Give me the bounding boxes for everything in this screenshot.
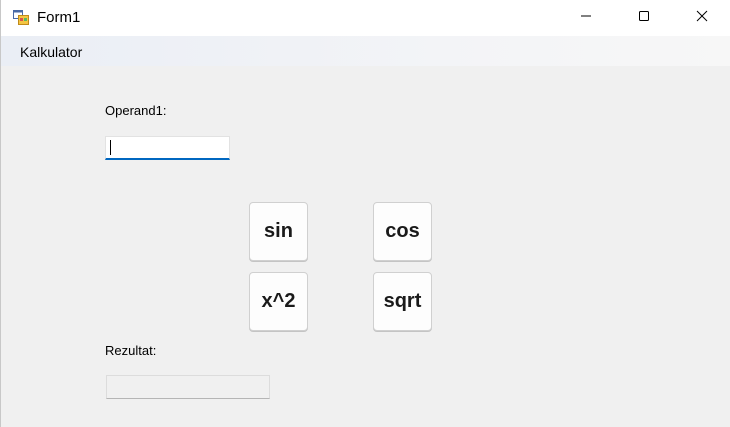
- maximize-button[interactable]: [615, 0, 673, 36]
- text-caret: [110, 140, 111, 155]
- close-icon: [696, 9, 708, 27]
- result-label: Rezultat:: [105, 343, 157, 358]
- title-bar[interactable]: Form1: [1, 0, 730, 36]
- menu-bar: Kalkulator: [1, 36, 730, 66]
- minimize-button[interactable]: [557, 0, 615, 36]
- sin-button[interactable]: sin: [249, 202, 308, 261]
- sqrt-button[interactable]: sqrt: [373, 272, 432, 331]
- app-window: Form1 Kalkulator Operand1: sin cos x^2 s…: [0, 0, 730, 427]
- cos-button[interactable]: cos: [373, 202, 432, 261]
- operand1-label: Operand1:: [105, 103, 167, 118]
- operand1-input[interactable]: [105, 136, 230, 160]
- app-icon: [13, 9, 29, 25]
- minimize-icon: [580, 9, 592, 27]
- close-button[interactable]: [673, 0, 730, 36]
- menu-item-kalkulator[interactable]: Kalkulator: [14, 44, 88, 60]
- window-title: Form1: [37, 9, 81, 26]
- result-field: [106, 375, 270, 399]
- square-button[interactable]: x^2: [249, 272, 308, 331]
- maximize-icon: [638, 9, 650, 27]
